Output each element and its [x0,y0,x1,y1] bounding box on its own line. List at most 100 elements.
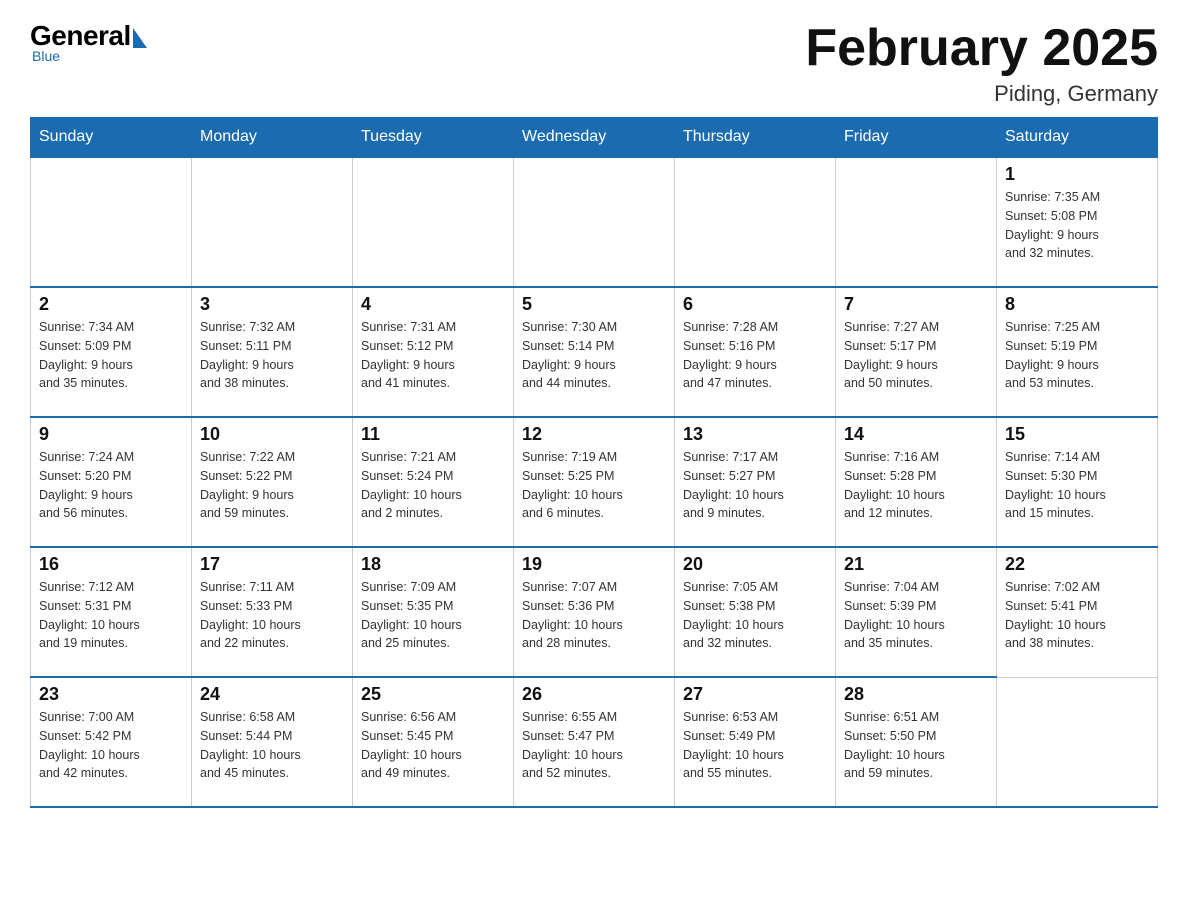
calendar-day-cell: 12 Sunrise: 7:19 AM Sunset: 5:25 PM Dayli… [514,417,675,547]
day-info: Sunrise: 7:24 AM Sunset: 5:20 PM Dayligh… [39,448,183,523]
day-info: Sunrise: 7:02 AM Sunset: 5:41 PM Dayligh… [1005,578,1149,653]
calendar-day-cell: 14Sunrise: 7:16 AM Sunset: 5:28 PM Dayli… [836,417,997,547]
calendar-table: SundayMondayTuesdayWednesdayThursdayFrid… [30,117,1158,808]
calendar-week-row: 1 Sunrise: 7:35 AM Sunset: 5:08 PM Daylig… [31,157,1158,287]
day-number: 5 [522,294,666,315]
calendar-day-cell: 15 Sunrise: 7:14 AM Sunset: 5:30 PM Dayli… [997,417,1158,547]
calendar-day-cell [31,157,192,287]
logo-triangle-icon [133,28,147,48]
calendar-day-cell: 4 Sunrise: 7:31 AM Sunset: 5:12 PM Daylig… [353,287,514,417]
day-number: 19 [522,554,666,575]
day-info: Sunrise: 7:19 AM Sunset: 5:25 PM Dayligh… [522,448,666,523]
day-number: 15 [1005,424,1149,445]
day-of-week-header: Thursday [675,118,836,158]
calendar-day-cell: 18 Sunrise: 7:09 AM Sunset: 5:35 PM Dayli… [353,547,514,677]
day-info: Sunrise: 7:09 AM Sunset: 5:35 PM Dayligh… [361,578,505,653]
day-number: 10 [200,424,344,445]
calendar-day-cell [675,157,836,287]
day-number: 21 [844,554,988,575]
calendar-week-row: 23 Sunrise: 7:00 AM Sunset: 5:42 PM Dayli… [31,677,1158,807]
day-number: 3 [200,294,344,315]
title-area: February 2025 Piding, Germany [805,20,1158,107]
calendar-day-cell: 17 Sunrise: 7:11 AM Sunset: 5:33 PM Dayli… [192,547,353,677]
day-info: Sunrise: 7:07 AM Sunset: 5:36 PM Dayligh… [522,578,666,653]
calendar-day-cell: 8 Sunrise: 7:25 AM Sunset: 5:19 PM Daylig… [997,287,1158,417]
day-info: Sunrise: 7:04 AM Sunset: 5:39 PM Dayligh… [844,578,988,653]
day-number: 25 [361,684,505,705]
calendar-day-cell: 3Sunrise: 7:32 AM Sunset: 5:11 PM Daylig… [192,287,353,417]
calendar-day-cell: 23 Sunrise: 7:00 AM Sunset: 5:42 PM Dayli… [31,677,192,807]
day-info: Sunrise: 7:14 AM Sunset: 5:30 PM Dayligh… [1005,448,1149,523]
calendar-day-cell: 28 Sunrise: 6:51 AM Sunset: 5:50 PM Dayli… [836,677,997,807]
calendar-title: February 2025 [805,20,1158,77]
day-number: 13 [683,424,827,445]
day-info: Sunrise: 7:05 AM Sunset: 5:38 PM Dayligh… [683,578,827,653]
calendar-day-cell: 26Sunrise: 6:55 AM Sunset: 5:47 PM Dayli… [514,677,675,807]
day-info: Sunrise: 7:27 AM Sunset: 5:17 PM Dayligh… [844,318,988,393]
day-number: 16 [39,554,183,575]
day-of-week-header: Monday [192,118,353,158]
day-number: 18 [361,554,505,575]
calendar-day-cell: 20Sunrise: 7:05 AM Sunset: 5:38 PM Dayli… [675,547,836,677]
day-of-week-header: Friday [836,118,997,158]
calendar-day-cell: 6 Sunrise: 7:28 AM Sunset: 5:16 PM Daylig… [675,287,836,417]
day-number: 8 [1005,294,1149,315]
day-of-week-header: Tuesday [353,118,514,158]
day-number: 11 [361,424,505,445]
calendar-day-cell: 19 Sunrise: 7:07 AM Sunset: 5:36 PM Dayli… [514,547,675,677]
day-number: 23 [39,684,183,705]
calendar-day-cell: 2 Sunrise: 7:34 AM Sunset: 5:09 PM Daylig… [31,287,192,417]
day-number: 6 [683,294,827,315]
day-number: 1 [1005,164,1149,185]
day-number: 12 [522,424,666,445]
day-number: 4 [361,294,505,315]
day-info: Sunrise: 6:56 AM Sunset: 5:45 PM Dayligh… [361,708,505,783]
calendar-day-cell: 5 Sunrise: 7:30 AM Sunset: 5:14 PM Daylig… [514,287,675,417]
calendar-day-cell: 25 Sunrise: 6:56 AM Sunset: 5:45 PM Dayli… [353,677,514,807]
day-number: 7 [844,294,988,315]
day-number: 9 [39,424,183,445]
calendar-day-cell: 16 Sunrise: 7:12 AM Sunset: 5:31 PM Dayli… [31,547,192,677]
calendar-day-cell [353,157,514,287]
calendar-day-cell: 11 Sunrise: 7:21 AM Sunset: 5:24 PM Dayli… [353,417,514,547]
day-number: 28 [844,684,988,705]
day-info: Sunrise: 7:12 AM Sunset: 5:31 PM Dayligh… [39,578,183,653]
day-info: Sunrise: 7:28 AM Sunset: 5:16 PM Dayligh… [683,318,827,393]
day-number: 22 [1005,554,1149,575]
day-info: Sunrise: 6:51 AM Sunset: 5:50 PM Dayligh… [844,708,988,783]
day-number: 24 [200,684,344,705]
calendar-week-row: 9 Sunrise: 7:24 AM Sunset: 5:20 PM Daylig… [31,417,1158,547]
page-header: General Blue February 2025 Piding, Germa… [30,20,1158,107]
calendar-day-cell: 27Sunrise: 6:53 AM Sunset: 5:49 PM Dayli… [675,677,836,807]
day-info: Sunrise: 7:35 AM Sunset: 5:08 PM Dayligh… [1005,188,1149,263]
calendar-day-cell: 22 Sunrise: 7:02 AM Sunset: 5:41 PM Dayli… [997,547,1158,677]
logo-blue-text: Blue [32,48,60,64]
day-number: 2 [39,294,183,315]
calendar-day-cell: 13 Sunrise: 7:17 AM Sunset: 5:27 PM Dayli… [675,417,836,547]
logo: General Blue [30,20,147,64]
day-info: Sunrise: 6:53 AM Sunset: 5:49 PM Dayligh… [683,708,827,783]
day-info: Sunrise: 7:11 AM Sunset: 5:33 PM Dayligh… [200,578,344,653]
day-of-week-header: Saturday [997,118,1158,158]
calendar-day-cell: 10 Sunrise: 7:22 AM Sunset: 5:22 PM Dayli… [192,417,353,547]
day-info: Sunrise: 7:00 AM Sunset: 5:42 PM Dayligh… [39,708,183,783]
day-info: Sunrise: 7:31 AM Sunset: 5:12 PM Dayligh… [361,318,505,393]
day-number: 14 [844,424,988,445]
day-info: Sunrise: 7:21 AM Sunset: 5:24 PM Dayligh… [361,448,505,523]
day-info: Sunrise: 7:17 AM Sunset: 5:27 PM Dayligh… [683,448,827,523]
day-info: Sunrise: 6:58 AM Sunset: 5:44 PM Dayligh… [200,708,344,783]
day-info: Sunrise: 7:30 AM Sunset: 5:14 PM Dayligh… [522,318,666,393]
calendar-day-cell: 7 Sunrise: 7:27 AM Sunset: 5:17 PM Daylig… [836,287,997,417]
calendar-day-cell: 9 Sunrise: 7:24 AM Sunset: 5:20 PM Daylig… [31,417,192,547]
day-number: 26 [522,684,666,705]
calendar-day-cell: 1 Sunrise: 7:35 AM Sunset: 5:08 PM Daylig… [997,157,1158,287]
day-number: 17 [200,554,344,575]
day-info: Sunrise: 7:22 AM Sunset: 5:22 PM Dayligh… [200,448,344,523]
calendar-week-row: 16 Sunrise: 7:12 AM Sunset: 5:31 PM Dayli… [31,547,1158,677]
day-info: Sunrise: 7:34 AM Sunset: 5:09 PM Dayligh… [39,318,183,393]
day-of-week-header: Wednesday [514,118,675,158]
calendar-week-row: 2 Sunrise: 7:34 AM Sunset: 5:09 PM Daylig… [31,287,1158,417]
calendar-day-cell [514,157,675,287]
calendar-header-row: SundayMondayTuesdayWednesdayThursdayFrid… [31,118,1158,158]
day-info: Sunrise: 7:25 AM Sunset: 5:19 PM Dayligh… [1005,318,1149,393]
